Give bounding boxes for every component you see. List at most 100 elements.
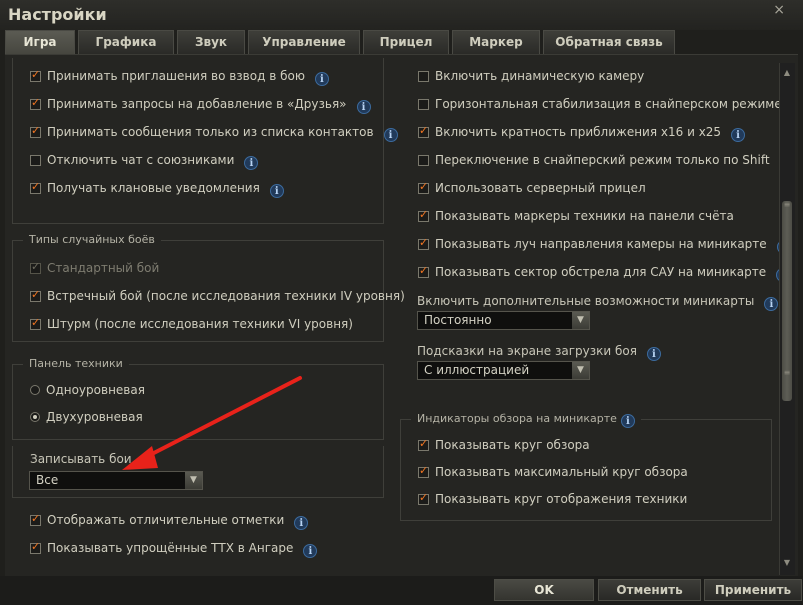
- panel-title: Панель техники: [23, 357, 129, 370]
- checkbox-label: Показывать сектор обстрела для САУ на ми…: [435, 265, 767, 279]
- info-icon[interactable]: i: [764, 297, 779, 311]
- checkbox[interactable]: [30, 316, 41, 330]
- checkbox-label: Показывать упрощённые ТТХ в Ангаре: [47, 541, 294, 555]
- tab-sound[interactable]: Звук: [177, 30, 245, 54]
- checkbox[interactable]: [418, 71, 429, 82]
- checkbox[interactable]: [418, 124, 429, 138]
- ok-button[interactable]: OK: [494, 579, 594, 601]
- checkbox[interactable]: [30, 288, 41, 302]
- checkbox-row-draw-distance-circle[interactable]: Показывать круг отображения техники: [418, 491, 688, 510]
- checkbox-row-zoom-x16-x25[interactable]: Включить кратность приближения x16 и x25…: [418, 124, 746, 143]
- record-battles-label: Записывать бои: [30, 452, 132, 466]
- checkbox[interactable]: [30, 512, 41, 526]
- panel-title-text: Индикаторы обзора на миникарте: [417, 412, 617, 425]
- info-icon[interactable]: i: [314, 72, 329, 86]
- chevron-down-icon[interactable]: ▼: [572, 312, 589, 329]
- checkbox-row-disable-ally-chat[interactable]: Отключить чат с союзниками i: [30, 153, 259, 171]
- tab-feedback[interactable]: Обратная связь: [543, 30, 675, 54]
- tab-sight[interactable]: Прицел: [363, 30, 449, 54]
- checkbox-label: Включить кратность приближения x16 и x25: [435, 125, 722, 139]
- tab-game[interactable]: Игра: [5, 30, 75, 54]
- scroll-thumb[interactable]: ≡ ≡: [782, 200, 792, 401]
- checkbox[interactable]: [418, 464, 429, 478]
- tab-controls[interactable]: Управление: [248, 30, 360, 54]
- checkbox-row-encounter-battle[interactable]: Встречный бой (после исследования техник…: [30, 288, 405, 307]
- checkbox-row-spg-sector-minimap[interactable]: Показывать сектор обстрела для САУ на ми…: [418, 264, 791, 283]
- button-bar: OK Отменить Применить: [0, 576, 803, 605]
- minimap-extra-label-text: Включить дополнительные возможности мини…: [417, 294, 755, 308]
- info-icon[interactable]: i: [244, 156, 259, 170]
- checkbox[interactable]: [30, 155, 41, 166]
- checkbox-label: Встречный бой (после исследования техник…: [47, 289, 405, 303]
- checkbox-row-camera-ray-minimap[interactable]: Показывать луч направления камеры на мин…: [418, 236, 791, 255]
- info-icon[interactable]: i: [620, 414, 635, 428]
- tab-marker[interactable]: Маркер: [452, 30, 540, 54]
- checkbox-row-marks-of-excellence[interactable]: Отображать отличительные отметки i: [30, 512, 309, 531]
- scroll-up-icon[interactable]: ▲: [781, 67, 793, 79]
- dropdown-value: Все: [36, 473, 59, 487]
- checkbox[interactable]: [418, 155, 429, 166]
- checkbox-row-max-view-circle[interactable]: Показывать максимальный круг обзора: [418, 464, 688, 483]
- checkbox-label: Горизонтальная стабилизация в снайперско…: [435, 97, 782, 111]
- radio-row-double-tier[interactable]: Двухуровневая: [30, 410, 143, 428]
- checkbox-label: Показывать луч направления камеры на мин…: [435, 237, 767, 251]
- dropdown-value: С иллюстрацией: [424, 363, 530, 377]
- info-icon[interactable]: i: [294, 516, 309, 530]
- checkbox-row-sniper-shift-only[interactable]: Переключение в снайперский режим только …: [418, 153, 770, 171]
- checkbox[interactable]: [418, 236, 429, 250]
- apply-button[interactable]: Применить: [704, 579, 802, 601]
- radio-label: Двухуровневая: [46, 410, 143, 424]
- tab-graphics[interactable]: Графика: [78, 30, 174, 54]
- record-battles-dropdown[interactable]: Все ▼: [29, 471, 203, 490]
- checkbox[interactable]: [30, 96, 41, 110]
- checkbox-row-vehicle-markers-score[interactable]: Показывать маркеры техники на панели счё…: [418, 208, 734, 227]
- grip-icon: ≡: [783, 368, 791, 377]
- loading-tips-dropdown[interactable]: С иллюстрацией ▼: [417, 361, 590, 380]
- info-icon[interactable]: i: [269, 184, 284, 198]
- checkbox-row-assault-battle[interactable]: Штурм (после исследования техники VI уро…: [30, 316, 353, 335]
- checkbox[interactable]: [418, 437, 429, 451]
- checkbox[interactable]: [418, 180, 429, 194]
- checkbox-label: Штурм (после исследования техники VI уро…: [47, 317, 353, 331]
- radio-button[interactable]: [30, 412, 40, 422]
- checkbox[interactable]: [30, 124, 41, 138]
- loading-tips-label: Подсказки на экране загрузки боя i: [417, 344, 661, 361]
- checkbox-row-dynamic-camera[interactable]: Включить динамическую камеру: [418, 69, 644, 87]
- checkbox[interactable]: [418, 208, 429, 222]
- checkbox-label: Стандартный бой: [47, 261, 160, 275]
- checkbox-label: Показывать круг отображения техники: [435, 492, 688, 506]
- checkbox-row-clan-notifications[interactable]: Получать клановые уведомления i: [30, 180, 284, 199]
- chevron-down-icon[interactable]: ▼: [185, 472, 202, 489]
- vehicle-panel-group: Панель техники: [12, 357, 384, 440]
- checkbox[interactable]: [30, 180, 41, 194]
- checkbox: [30, 260, 41, 274]
- checkbox[interactable]: [418, 264, 429, 278]
- info-icon[interactable]: i: [646, 347, 661, 361]
- chevron-down-icon[interactable]: ▼: [572, 362, 589, 379]
- close-icon[interactable]: ×: [773, 2, 785, 18]
- minimap-extra-dropdown[interactable]: Постоянно ▼: [417, 311, 590, 330]
- checkbox-row-friend-requests[interactable]: Принимать запросы на добавление в «Друзь…: [30, 96, 371, 115]
- vertical-scrollbar[interactable]: ▲ ≡ ≡ ▼: [779, 63, 795, 575]
- info-icon[interactable]: i: [731, 128, 746, 142]
- minimap-extra-label: Включить дополнительные возможности мини…: [417, 294, 779, 311]
- checkbox[interactable]: [418, 99, 429, 110]
- checkbox[interactable]: [30, 68, 41, 82]
- checkbox-row-server-reticle[interactable]: Использовать серверный прицел: [418, 180, 646, 199]
- checkbox-label: Переключение в снайперский режим только …: [435, 153, 770, 167]
- info-icon[interactable]: i: [383, 128, 398, 142]
- checkbox-row-platoon-invites[interactable]: Принимать приглашения во взвод в бою i: [30, 68, 329, 87]
- radio-row-single-tier[interactable]: Одноуровневая: [30, 383, 145, 401]
- checkbox-row-simplified-stats[interactable]: Показывать упрощённые ТТХ в Ангаре i: [30, 540, 318, 559]
- checkbox-label: Показывать круг обзора: [435, 438, 590, 452]
- checkbox[interactable]: [30, 540, 41, 554]
- checkbox-row-contacts-only[interactable]: Принимать сообщения только из списка кон…: [30, 124, 398, 143]
- cancel-button[interactable]: Отменить: [598, 579, 701, 601]
- radio-button[interactable]: [30, 385, 40, 395]
- checkbox-row-horizontal-stabilization[interactable]: Горизонтальная стабилизация в снайперско…: [418, 97, 782, 115]
- checkbox[interactable]: [418, 491, 429, 505]
- checkbox-row-view-circle[interactable]: Показывать круг обзора: [418, 437, 590, 456]
- info-icon[interactable]: i: [303, 544, 318, 558]
- scroll-down-icon[interactable]: ▼: [781, 557, 793, 569]
- info-icon[interactable]: i: [356, 100, 371, 114]
